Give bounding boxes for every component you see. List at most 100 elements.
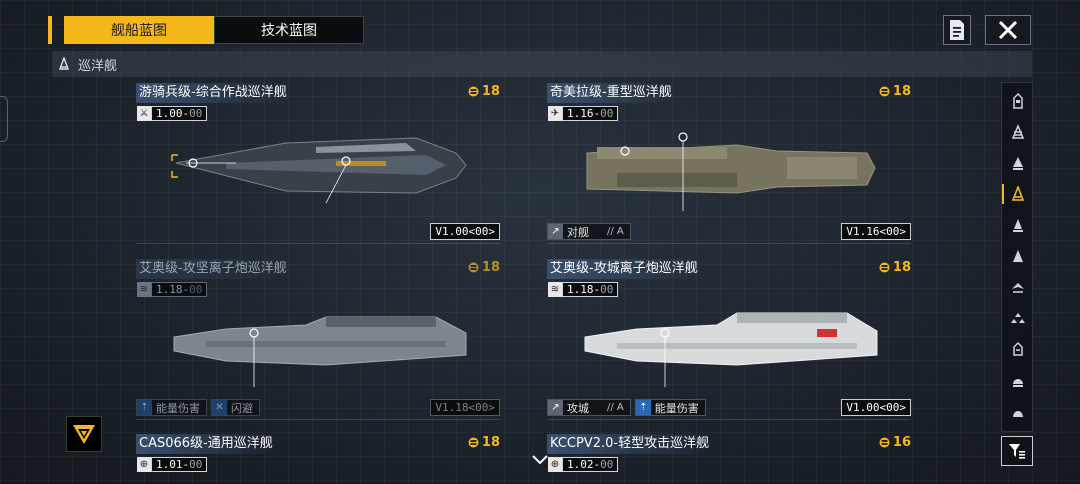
version-number: 1.18-00: [151, 281, 208, 297]
card-divider: [547, 419, 911, 420]
ship-card-io-assault[interactable]: 艾奥级-攻坚离子炮巡洋舰 18 ≋ 1.18-00 ⇡ 能量伤害 ✕ 闪避 V1…: [136, 259, 500, 420]
side-drawer-handle[interactable]: [0, 96, 8, 142]
ship-name: 艾奥级-攻城离子炮巡洋舰: [547, 259, 704, 279]
ship-image-io-siege: [584, 312, 878, 387]
cost-badge: 18: [878, 260, 911, 275]
category-bar: 巡洋舰: [52, 51, 1032, 77]
energy-damage-icon: ⇡: [137, 400, 152, 415]
build-version: V1.18<00>: [430, 399, 500, 416]
ship-card-kccpv2[interactable]: KCCPV2.0-轻型攻击巡洋舰 16 ⊕ 1.02-00: [547, 434, 911, 484]
fighter-icon: [1012, 283, 1024, 293]
scroll-down-chevron-icon[interactable]: [531, 454, 549, 466]
energy-damage-icon: ⇡: [635, 400, 651, 415]
ship-image-ranger: [171, 137, 467, 204]
destroyer-icon: [1013, 157, 1023, 170]
version-tag: ⊕ 1.01-00: [137, 456, 208, 472]
sidebar-item-utility[interactable]: [1002, 397, 1034, 425]
tag-dodge[interactable]: ✕ 闪避: [211, 399, 260, 416]
ship-card-ranger[interactable]: 游骑兵级-综合作战巡洋舰 18 ⚔ 1.00-00 V1.00<00>: [136, 83, 500, 244]
tag-list: ↗ 攻城 // A ⇡ 能量伤害: [547, 399, 706, 416]
category-label: 巡洋舰: [78, 58, 118, 74]
close-button[interactable]: [985, 15, 1031, 45]
carrier-icon: [1013, 93, 1023, 109]
sidebar-item-destroyer[interactable]: [1002, 149, 1034, 177]
sidebar-item-corvette[interactable]: [1002, 242, 1034, 270]
cost-icon: [468, 262, 479, 273]
tag-energy-damage[interactable]: ⇡ 能量伤害: [136, 399, 207, 416]
version-number: 1.02-00: [562, 456, 619, 472]
cost-badge: 18: [467, 260, 500, 275]
version-number: 1.16-00: [562, 105, 619, 121]
document-icon: [950, 20, 964, 40]
card-divider: [547, 243, 911, 244]
cost-icon: [468, 86, 479, 97]
build-version: V1.00<00>: [841, 399, 911, 416]
cost-value: 18: [892, 84, 911, 99]
build-version: V1.16<00>: [841, 223, 911, 240]
cost-badge: 18: [467, 435, 500, 450]
cost-value: 18: [892, 260, 911, 275]
anti-ship-icon: ↗: [548, 224, 563, 239]
tab-tech-blueprint[interactable]: 技术蓝图: [214, 16, 364, 44]
ship-name: 游骑兵级-综合作战巡洋舰: [136, 83, 293, 103]
sidebar-item-fighter[interactable]: [1002, 273, 1034, 301]
version-number: 1.00-00: [151, 105, 208, 121]
ship-image-chimera: [586, 132, 876, 211]
card-divider: [136, 243, 500, 244]
blueprint-tabs: 舰船蓝图 技术蓝图: [48, 16, 364, 44]
warning-triangle-icon: [73, 425, 95, 444]
build-version: V1.00<00>: [430, 223, 500, 240]
cost-value: 18: [481, 435, 500, 450]
sidebar-item-support[interactable]: [1002, 366, 1034, 394]
utility-icon: [1013, 411, 1023, 417]
ship-name: CAS066级-通用巡洋舰: [136, 434, 279, 454]
globe-icon: ⊕: [137, 456, 151, 472]
drone-icon: [1011, 313, 1025, 323]
filter-icon: [1009, 444, 1025, 459]
version-number: 1.18-00: [562, 281, 619, 297]
ship-name: 奇美拉级-重型巡洋舰: [547, 83, 678, 103]
sidebar-item-drone[interactable]: [1002, 304, 1034, 332]
tag-list: ⇡ 能量伤害 ✕ 闪避: [136, 399, 260, 416]
warning-button[interactable]: [66, 416, 102, 452]
cruiser-icon: [58, 57, 70, 70]
card-divider: [136, 419, 500, 420]
cost-icon: [879, 262, 890, 273]
ion-cannon-icon: ≋: [548, 281, 562, 297]
cost-value: 18: [481, 260, 500, 275]
version-tag: ≋ 1.18-00: [548, 281, 619, 297]
cost-badge: 18: [467, 84, 500, 99]
corvette-icon: [1013, 250, 1023, 262]
sidebar-item-battlecruiser[interactable]: [1002, 118, 1034, 146]
cost-icon: [468, 437, 479, 448]
sidebar-item-frigate[interactable]: [1002, 211, 1034, 239]
document-button[interactable]: [943, 15, 971, 45]
support-icon: [1013, 379, 1023, 387]
dagger-icon: ⚔: [137, 105, 151, 121]
tab-ship-blueprint[interactable]: 舰船蓝图: [64, 16, 214, 44]
ship-name: KCCPV2.0-轻型攻击巡洋舰: [547, 434, 716, 454]
version-tag: ⊕ 1.02-00: [548, 456, 619, 472]
version-tag: ≋ 1.18-00: [137, 281, 208, 297]
ship-name: 艾奥级-攻坚离子炮巡洋舰: [136, 259, 293, 279]
ion-cannon-icon: ≋: [137, 281, 151, 297]
sidebar-item-cruiser[interactable]: [1002, 180, 1034, 208]
tag-anti-ship[interactable]: ↗ 对舰 // A: [547, 223, 631, 240]
sidebar-item-auxiliary[interactable]: [1002, 335, 1034, 363]
version-number: 1.01-00: [151, 456, 208, 472]
version-tag: ⚔ 1.00-00: [137, 105, 208, 121]
tag-energy-damage[interactable]: ⇡ 能量伤害: [634, 399, 706, 416]
cost-badge: 18: [878, 84, 911, 99]
ship-card-chimera[interactable]: 奇美拉级-重型巡洋舰 18 ✈ 1.16-00 ↗ 对舰 // A V1.16<…: [547, 83, 911, 244]
ship-card-io-siege[interactable]: 艾奥级-攻城离子炮巡洋舰 18 ≋ 1.18-00 ↗ 攻城 // A ⇡ 能量…: [547, 259, 911, 420]
tag-siege[interactable]: ↗ 攻城 // A: [547, 399, 631, 416]
tab-accent-bar: [48, 16, 52, 44]
ship-image-io-assault: [173, 316, 467, 387]
frigate-icon: [1013, 219, 1023, 232]
ship-card-cas066[interactable]: CAS066级-通用巡洋舰 18 ⊕ 1.01-00: [136, 434, 500, 484]
dodge-icon: ✕: [212, 400, 227, 415]
filter-button[interactable]: [1001, 436, 1033, 466]
sidebar-item-carrier[interactable]: [1002, 87, 1034, 115]
cost-value: 18: [481, 84, 500, 99]
jet-icon: ✈: [548, 105, 562, 121]
